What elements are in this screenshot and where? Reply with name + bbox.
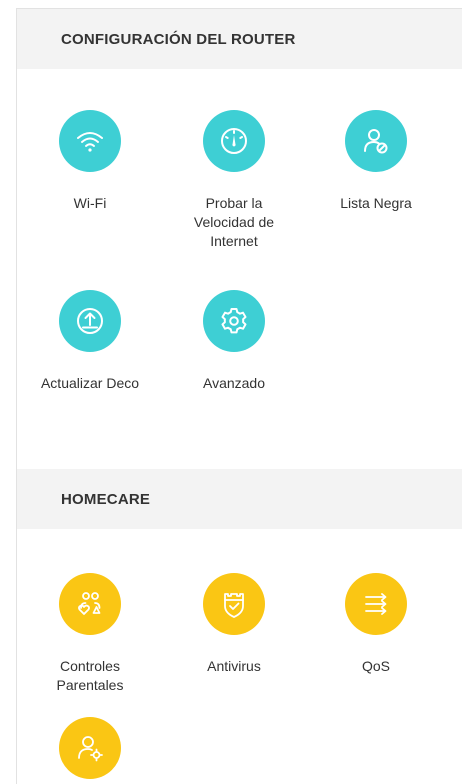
update-deco-tile[interactable]: Actualizar Deco — [30, 290, 150, 393]
qos-arrows-icon — [345, 573, 407, 635]
parental-controls-label: Controles Parentales — [56, 658, 124, 693]
parental-controls-icon — [59, 573, 121, 635]
qos-tile[interactable]: QoS — [316, 573, 436, 676]
wifi-tile[interactable]: Wi-Fi — [30, 110, 150, 213]
blacklist-label: Lista Negra — [340, 195, 412, 211]
app-screen: CONFIGURACIÓN DEL ROUTER Wi-Fi Probar la… — [16, 8, 462, 784]
homecare-section-header: HOMECARE — [17, 469, 462, 529]
wifi-icon — [59, 110, 121, 172]
parental-controls-tile[interactable]: Controles Parentales — [30, 573, 150, 695]
advanced-tile[interactable]: Avanzado — [174, 290, 294, 393]
antivirus-tile[interactable]: Antivirus — [174, 573, 294, 676]
antivirus-label: Antivirus — [207, 658, 261, 674]
upload-icon — [59, 290, 121, 352]
speedometer-icon — [203, 110, 265, 172]
advanced-label: Avanzado — [202, 375, 265, 391]
speed-test-tile[interactable]: Probar la Velocidad de Internet — [174, 110, 294, 251]
gear-icon — [203, 290, 265, 352]
wifi-label: Wi-Fi — [73, 195, 107, 211]
speed-test-label: Probar la Velocidad de Internet — [193, 195, 275, 249]
homecare-section-title: HOMECARE — [61, 490, 151, 508]
blacklist-tile[interactable]: Lista Negra — [316, 110, 436, 213]
user-settings-icon — [59, 717, 121, 779]
blocked-user-icon — [345, 110, 407, 172]
update-deco-label: Actualizar Deco — [40, 375, 140, 391]
user-settings-tile[interactable] — [30, 717, 150, 784]
router-section-title: CONFIGURACIÓN DEL ROUTER — [61, 30, 296, 48]
qos-label: QoS — [361, 658, 390, 674]
shield-icon — [203, 573, 265, 635]
router-section-header: CONFIGURACIÓN DEL ROUTER — [17, 9, 462, 69]
